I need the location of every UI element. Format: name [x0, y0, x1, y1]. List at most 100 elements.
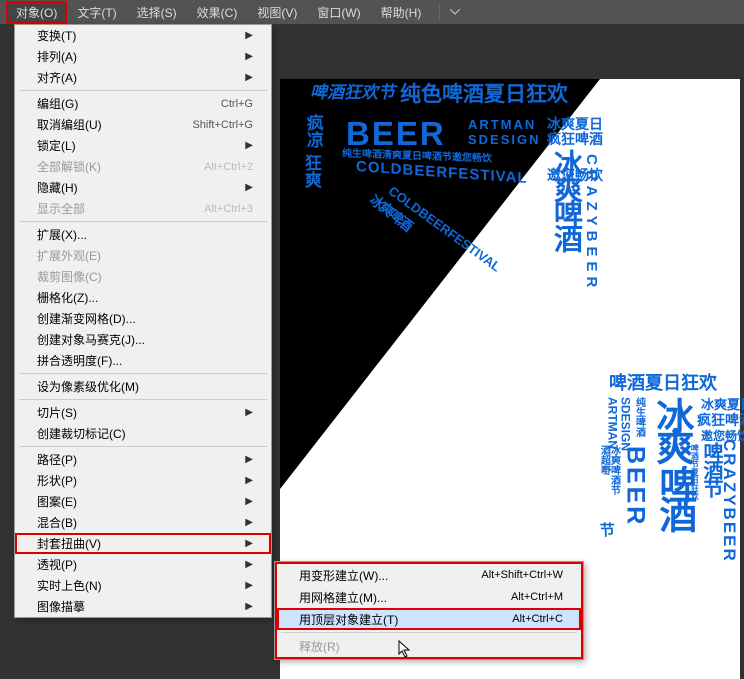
menu-item-label: 创建裁切标记(C) [37, 425, 253, 442]
menu-item[interactable]: 排列(A) ▶ [15, 46, 271, 67]
art-crazy2: CRAZYBEER [720, 439, 738, 563]
menu-item-label: 扩展外观(E) [37, 247, 253, 264]
menu-item[interactable]: 图像描摹 ▶ [15, 596, 271, 617]
menu-item[interactable]: 对齐(A)▶ [15, 67, 271, 88]
menu-item[interactable]: 图案(E)▶ [15, 491, 271, 512]
menu-item: 全部解锁(K)Alt+Ctrl+2 [15, 156, 271, 177]
art-r1: 冰爽夏日 [547, 117, 603, 132]
submenu-item: 释放(R) [277, 635, 581, 657]
menu-item[interactable]: 创建对象马赛克(J)... [15, 329, 271, 350]
menu-item-label: 取消编组(U) [37, 116, 192, 133]
menu-item-label: 创建渐变网格(D)... [37, 310, 253, 327]
art-ice: 冰爽啤酒 [550, 149, 580, 249]
chevron-right-icon: ▶ [245, 496, 253, 507]
chevron-right-icon: ▶ [245, 454, 253, 465]
menu-item-label: 拼合透明度(F)... [37, 352, 253, 369]
art-vt5: 酒超嘢 [598, 445, 609, 475]
submenu-item-shortcut: Alt+Ctrl+M [511, 591, 563, 603]
chevron-right-icon: ▶ [245, 407, 253, 418]
envelope-distort-submenu: 用变形建立(W)...Alt+Shift+Ctrl+W用网格建立(M)...Al… [274, 561, 584, 660]
menu-item-label: 实时上色(N) [37, 577, 239, 594]
submenu-item-shortcut: Alt+Shift+Ctrl+W [481, 569, 563, 581]
chevron-right-icon: ▶ [245, 51, 253, 62]
menu-item-label: 封套扭曲(V) [37, 535, 239, 552]
menu-item-label: 形状(P) [37, 472, 239, 489]
menubar-item[interactable]: 文字(T) [67, 1, 126, 24]
submenu-item-label: 释放(R) [299, 638, 563, 655]
menubar-item[interactable]: 选择(S) [127, 1, 187, 24]
art-beer: BEER [346, 117, 446, 152]
menu-item-label: 透视(P) [37, 556, 239, 573]
menu-item[interactable]: 封套扭曲(V) ▶ [15, 533, 271, 554]
menu-separator [19, 399, 267, 400]
menu-item[interactable]: 编组(G)Ctrl+G [15, 93, 271, 114]
menu-separator [19, 373, 267, 374]
art-r1b: 冰爽夏日 [701, 398, 744, 412]
menu-separator [19, 90, 267, 91]
art-bigice: 冰爽 [650, 397, 690, 457]
art-brand1b: ARTMAN [606, 397, 619, 449]
menubar-item[interactable]: 视图(V) [247, 1, 307, 24]
menubar-item[interactable]: 帮助(H) [371, 1, 432, 24]
menu-item-label: 锁定(L) [37, 137, 239, 154]
art-r2: 疯狂啤酒 [547, 132, 603, 147]
chevron-right-icon: ▶ [245, 559, 253, 570]
menu-item: 裁剪图像(C) [15, 266, 271, 287]
chevron-right-icon: ▶ [245, 538, 253, 549]
art-fn2: 狂爽 [302, 154, 320, 188]
chevron-right-icon: ▶ [245, 580, 253, 591]
chevron-right-icon: ▶ [245, 140, 253, 151]
menu-item[interactable]: 扩展(X)... [15, 224, 271, 245]
menu-item[interactable]: 创建裁切标记(C) [15, 423, 271, 444]
menu-item-label: 图像描摹 [37, 598, 239, 615]
art-brand2b: SDESIGN [619, 397, 632, 451]
menu-item[interactable]: 锁定(L) ▶ [15, 135, 271, 156]
menu-item-shortcut: Ctrl+G [221, 98, 253, 110]
menu-separator [281, 632, 577, 633]
menu-item[interactable]: 变换(T)▶ [15, 25, 271, 46]
menu-item-shortcut: Alt+Ctrl+2 [204, 161, 253, 173]
menu-item-shortcut: Alt+Ctrl+3 [204, 203, 253, 215]
menu-item-label: 隐藏(H) [37, 179, 239, 196]
menu-item[interactable]: 拼合透明度(F)... [15, 350, 271, 371]
menu-item[interactable]: 取消编组(U)Shift+Ctrl+G [15, 114, 271, 135]
menubar-item[interactable]: 对象(O) [6, 1, 67, 24]
menubar-item[interactable]: 窗口(W) [307, 1, 370, 24]
menubar-item[interactable]: 效果(C) [187, 1, 248, 24]
menu-item[interactable]: 透视(P) ▶ [15, 554, 271, 575]
menu-item[interactable]: 混合(B)▶ [15, 512, 271, 533]
menu-item: 显示全部Alt+Ctrl+3 [15, 198, 271, 219]
menu-item-label: 编组(G) [37, 95, 221, 112]
art-r2b: 疯狂啤酒 [697, 413, 744, 428]
submenu-item[interactable]: 用网格建立(M)...Alt+Ctrl+M [277, 586, 581, 608]
menu-item-label: 显示全部 [37, 200, 204, 217]
menu-item[interactable]: 设为像素级优化(M) [15, 376, 271, 397]
art-fn: 疯凉 [304, 114, 322, 148]
menu-item[interactable]: 形状(P)▶ [15, 470, 271, 491]
menu-item[interactable]: 实时上色(N) ▶ [15, 575, 271, 596]
menu-item[interactable]: 隐藏(H)▶ [15, 177, 271, 198]
menu-item-label: 扩展(X)... [37, 226, 253, 243]
menubar-separator [439, 4, 440, 20]
menu-item[interactable]: 栅格化(Z)... [15, 287, 271, 308]
menu-item-label: 排列(A) [37, 48, 239, 65]
chevron-right-icon: ▶ [245, 30, 253, 41]
chevron-right-icon: ▶ [245, 601, 253, 612]
menu-item[interactable]: 路径(P)▶ [15, 449, 271, 470]
menu-item-label: 全部解锁(K) [37, 158, 204, 175]
menu-item-label: 设为像素级优化(M) [37, 378, 253, 395]
art-sub1: 纯色啤酒夏日狂欢 [400, 84, 568, 106]
workspace-switcher-icon[interactable] [448, 5, 462, 19]
art-vt3: 冰爽啤酒节 [608, 445, 619, 495]
menu-item[interactable]: 创建渐变网格(D)... [15, 308, 271, 329]
menu-item[interactable]: 切片(S)▶ [15, 402, 271, 423]
submenu-item[interactable]: 用变形建立(W)...Alt+Shift+Ctrl+W [277, 564, 581, 586]
chevron-right-icon: ▶ [245, 517, 253, 528]
menu-item: 扩展外观(E) [15, 245, 271, 266]
art-title: 啤酒狂欢节 [310, 84, 395, 102]
menu-item-label: 栅格化(Z)... [37, 289, 253, 306]
menu-separator [19, 221, 267, 222]
submenu-item[interactable]: 用顶层对象建立(T)Alt+Ctrl+C [277, 608, 581, 630]
submenu-item-label: 用顶层对象建立(T) [299, 611, 512, 628]
menu-item-label: 对齐(A) [37, 69, 239, 86]
